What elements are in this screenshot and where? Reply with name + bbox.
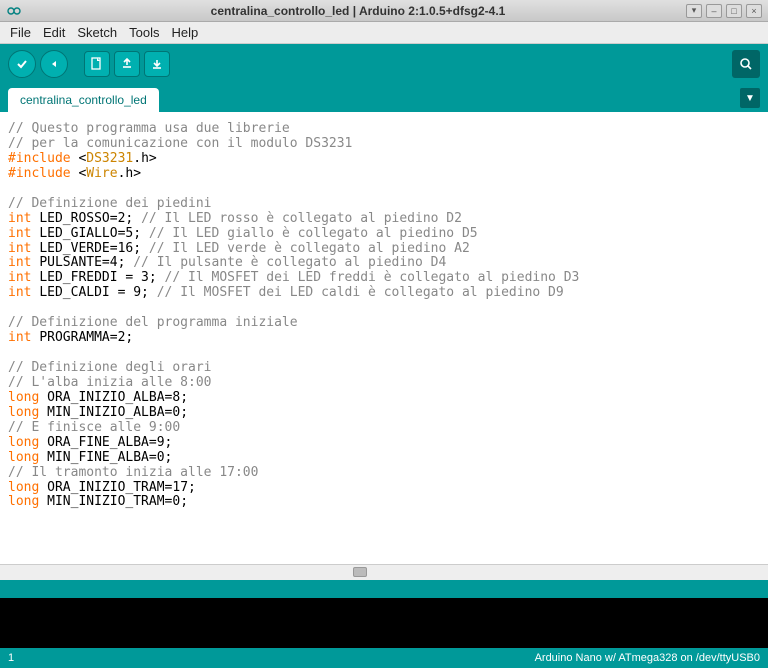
- comment: // L'alba inizia alle 8:00: [8, 375, 212, 390]
- keyword: #include: [8, 151, 71, 166]
- new-button[interactable]: [84, 51, 110, 77]
- comment: // Il LED giallo è collegato al piedino …: [149, 226, 478, 241]
- comment: // Definizione dei piedini: [8, 196, 212, 211]
- status-board-port: Arduino Nano w/ ATmega328 on /dev/ttyUSB…: [535, 652, 760, 664]
- code-text: MIN_INIZIO_TRAM=0;: [47, 494, 188, 509]
- comment: // Il LED verde è collegato al piedino A…: [149, 241, 470, 256]
- comment: // Definizione degli orari: [8, 360, 212, 375]
- comment: // Il tramonto inizia alle 17:00: [8, 465, 258, 480]
- sketch-tab[interactable]: centralina_controllo_led: [8, 88, 159, 112]
- horizontal-scrollbar[interactable]: [0, 564, 768, 580]
- comment: // Il MOSFET dei LED caldi è collegato a…: [157, 285, 564, 300]
- tab-dropdown-icon[interactable]: ▼: [740, 88, 760, 108]
- menu-help[interactable]: Help: [165, 23, 204, 42]
- status-bar: 1 Arduino Nano w/ ATmega328 on /dev/ttyU…: [0, 648, 768, 668]
- menu-sketch[interactable]: Sketch: [71, 23, 123, 42]
- code-text: PROGRAMMA=2;: [39, 330, 133, 345]
- keyword: long: [8, 480, 39, 495]
- keyword: long: [8, 494, 39, 509]
- iconify-button[interactable]: ▾: [686, 4, 702, 18]
- console-header: [0, 580, 768, 598]
- keyword: int: [8, 330, 31, 345]
- upload-button[interactable]: [40, 50, 68, 78]
- code-text: ORA_FINE_ALBA=9;: [47, 435, 172, 450]
- close-button[interactable]: ×: [746, 4, 762, 18]
- maximize-button[interactable]: □: [726, 4, 742, 18]
- comment: // Questo programma usa due librerie: [8, 121, 290, 136]
- keyword: int: [8, 285, 31, 300]
- verify-button[interactable]: [8, 50, 36, 78]
- code-text: ORA_INIZIO_ALBA=8;: [47, 390, 188, 405]
- menu-edit[interactable]: Edit: [37, 23, 71, 42]
- keyword: int: [8, 241, 31, 256]
- window-titlebar: centralina_controllo_led | Arduino 2:1.0…: [0, 0, 768, 22]
- serial-monitor-button[interactable]: [732, 50, 760, 78]
- output-console[interactable]: [0, 598, 768, 648]
- code-text: LED_FREDDI = 3;: [39, 270, 164, 285]
- code-text: LED_ROSSO=2;: [39, 211, 141, 226]
- code-text: LED_VERDE=16;: [39, 241, 149, 256]
- comment: // Il LED rosso è collegato al piedino D…: [141, 211, 462, 226]
- code-text: LED_CALDI = 9;: [39, 285, 156, 300]
- status-line-number: 1: [8, 652, 14, 664]
- scrollbar-thumb[interactable]: [353, 567, 367, 577]
- code-text: LED_GIALLO=5;: [39, 226, 149, 241]
- code-text: MIN_INIZIO_ALBA=0;: [47, 405, 188, 420]
- save-button[interactable]: [144, 51, 170, 77]
- tab-bar: centralina_controllo_led ▼: [0, 84, 768, 112]
- comment: // Il pulsante è collegato al piedino D4: [133, 255, 446, 270]
- menu-bar: File Edit Sketch Tools Help: [0, 22, 768, 44]
- window-controls: ▾ – □ ×: [686, 4, 762, 18]
- keyword: #include: [8, 166, 71, 181]
- comment: // Definizione del programma iniziale: [8, 315, 298, 330]
- code-editor[interactable]: // Questo programma usa due librerie // …: [0, 112, 768, 564]
- minimize-button[interactable]: –: [706, 4, 722, 18]
- keyword: long: [8, 405, 39, 420]
- lib-name: DS3231: [86, 151, 133, 166]
- keyword: int: [8, 211, 31, 226]
- menu-tools[interactable]: Tools: [123, 23, 165, 42]
- lib-name: Wire: [86, 166, 117, 181]
- keyword: int: [8, 226, 31, 241]
- comment: // per la comunicazione con il modulo DS…: [8, 136, 352, 151]
- code-text: MIN_FINE_ALBA=0;: [47, 450, 172, 465]
- toolbar: [0, 44, 768, 84]
- keyword: long: [8, 435, 39, 450]
- menu-file[interactable]: File: [4, 23, 37, 42]
- keyword: long: [8, 390, 39, 405]
- comment: // Il MOSFET dei LED freddi è collegato …: [165, 270, 580, 285]
- code-text: ORA_INIZIO_TRAM=17;: [47, 480, 196, 495]
- arduino-icon: [6, 4, 22, 18]
- code-text: PULSANTE=4;: [39, 255, 133, 270]
- open-button[interactable]: [114, 51, 140, 77]
- keyword: int: [8, 270, 31, 285]
- comment: // E finisce alle 9:00: [8, 420, 180, 435]
- keyword: int: [8, 255, 31, 270]
- window-title: centralina_controllo_led | Arduino 2:1.0…: [30, 4, 686, 18]
- keyword: long: [8, 450, 39, 465]
